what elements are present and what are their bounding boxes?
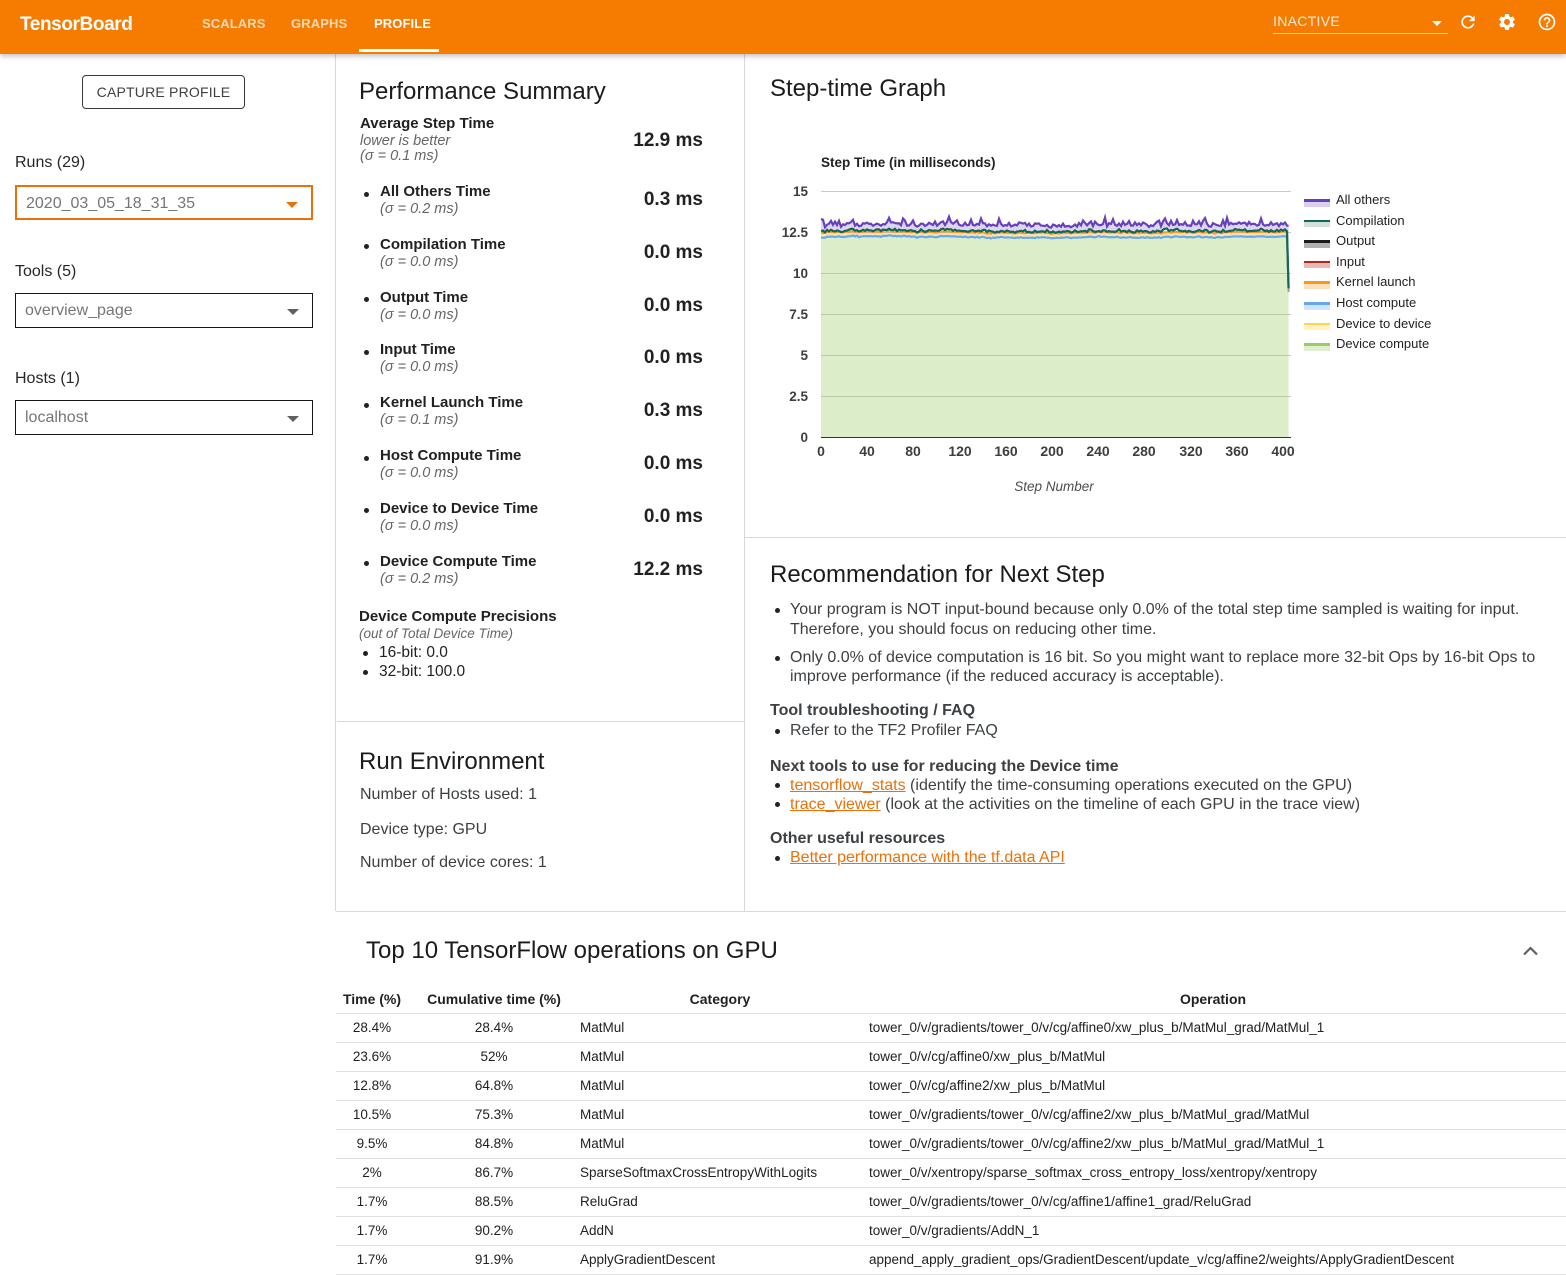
svg-text:280: 280 [1132,443,1156,459]
svg-text:0: 0 [800,430,808,445]
svg-text:5: 5 [800,348,808,363]
svg-text:12.5: 12.5 [782,225,809,240]
svg-text:Step Number: Step Number [1014,479,1094,494]
svg-text:0: 0 [817,443,825,459]
svg-text:2.5: 2.5 [789,389,808,404]
svg-text:7.5: 7.5 [789,307,808,322]
svg-text:15: 15 [793,184,809,199]
svg-text:240: 240 [1086,443,1110,459]
svg-text:320: 320 [1179,443,1203,459]
svg-text:Step Time (in milliseconds): Step Time (in milliseconds) [821,155,996,170]
svg-text:80: 80 [905,443,921,459]
svg-text:360: 360 [1225,443,1249,459]
svg-text:200: 200 [1040,443,1064,459]
svg-text:400: 400 [1271,443,1295,459]
svg-text:120: 120 [948,443,972,459]
svg-text:40: 40 [859,443,875,459]
svg-text:10: 10 [793,266,808,281]
svg-text:160: 160 [994,443,1018,459]
